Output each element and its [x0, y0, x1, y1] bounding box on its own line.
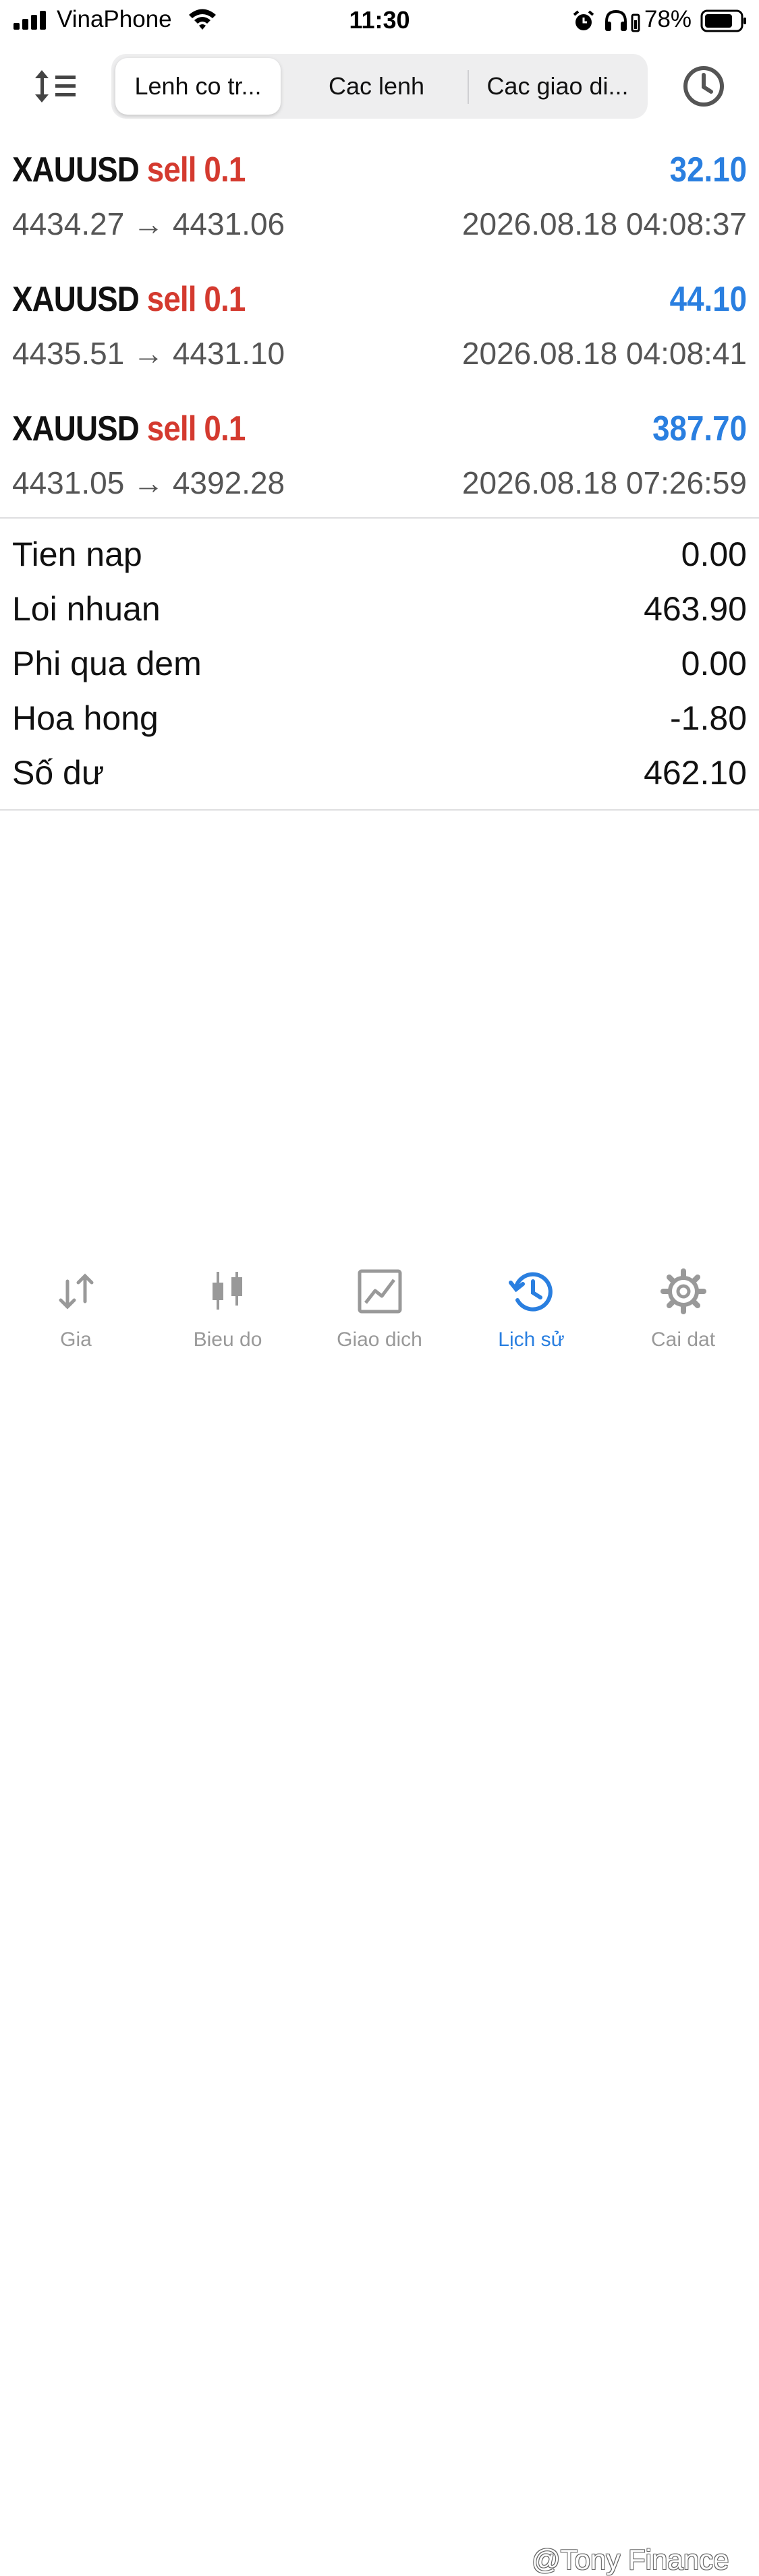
deal-row[interactable]: XAUUSD sell 0.1 387.70 4431.05 → 4392.28… [0, 394, 759, 522]
deal-time: 2026.08.18 07:26:59 [461, 465, 747, 500]
tab-quotes[interactable]: Gia [0, 1268, 152, 1351]
tab-orders[interactable]: Cac lenh [288, 58, 465, 115]
deal-symbol: XAUUSD [12, 280, 140, 319]
battery-icon [700, 9, 746, 32]
deal-symbol-line: XAUUSD sell 0.1 [12, 409, 246, 449]
deal-profit: 387.70 [652, 409, 747, 448]
history-icon [509, 1272, 553, 1312]
deal-prices: 4434.27 → 4431.06 [12, 206, 285, 241]
deal-symbol-line: XAUUSD sell 0.1 [12, 279, 246, 320]
summary-label: Tien nap [12, 535, 142, 573]
watermark: @Tony Finance [532, 2544, 729, 2575]
headphones-icon [605, 9, 640, 32]
tab-chart[interactable]: Bieu do [152, 1268, 304, 1351]
clock-icon[interactable] [681, 64, 726, 109]
battery-percent: 78% [644, 6, 692, 32]
deal-row[interactable]: XAUUSD sell 0.1 32.10 4434.27 → 4431.06 … [0, 135, 759, 263]
tab-positions[interactable]: Lenh co tr... [115, 58, 281, 115]
tab-deals[interactable]: Cac giao di... [472, 58, 644, 115]
tab-history[interactable]: Lịch sử [455, 1268, 607, 1351]
trade-icon [358, 1269, 402, 1314]
summary-label: Phi qua dem [12, 645, 202, 682]
tab-label: Bieu do [193, 1328, 262, 1351]
deal-prices: 4431.05 → 4392.28 [12, 465, 285, 500]
status-bar: VinaPhone 11:30 78% [0, 0, 759, 42]
sort-icon[interactable] [34, 67, 81, 105]
chart-icon [213, 1272, 242, 1310]
alarm-icon [573, 10, 594, 30]
deal-symbol: XAUUSD [12, 150, 140, 189]
toolbar: Lenh co tr... Cac lenh Cac giao di... [0, 54, 759, 121]
quotes-icon [59, 1273, 94, 1310]
tab-label: Lịch sử [498, 1328, 565, 1351]
history-segmented-control: Lenh co tr... Cac lenh Cac giao di... [111, 54, 648, 119]
settings-icon [660, 1268, 706, 1314]
summary-label: Số dư [12, 754, 105, 792]
divider [0, 809, 759, 811]
tab-label: Gia [60, 1328, 92, 1351]
divider [0, 517, 759, 519]
tab-label: Cai dat [650, 1328, 716, 1351]
deal-symbol-line: XAUUSD sell 0.1 [12, 150, 246, 190]
deal-prices: 4435.51 → 4431.10 [12, 336, 285, 371]
tab-label: Giao dich [337, 1328, 422, 1351]
summary-label: Hoa hong [12, 699, 159, 737]
deal-side: sell 0.1 [146, 409, 246, 448]
segment-divider [468, 70, 469, 104]
tab-settings[interactable]: Cai dat [607, 1268, 759, 1351]
deal-profit: 32.10 [669, 150, 747, 189]
summary-row-deposit: Tien nap 0.00 [0, 529, 759, 584]
summary-row-profit: Loi nhuan 463.90 [0, 584, 759, 639]
summary-value: 462.10 [644, 754, 747, 792]
summary-value: 0.00 [681, 535, 747, 573]
deal-time: 2026.08.18 04:08:37 [461, 206, 747, 241]
summary-row-commission: Hoa hong -1.80 [0, 693, 759, 748]
summary-value: 0.00 [681, 645, 747, 682]
deal-row[interactable]: XAUUSD sell 0.1 44.10 4435.51 → 4431.10 … [0, 264, 759, 392]
summary-value: 463.90 [644, 590, 747, 628]
summary-label: Loi nhuan [12, 590, 161, 628]
tab-bar: Gia Bieu do Giao dich Lịch sử Cai dat @T… [0, 1254, 759, 2575]
summary-row-balance: Số dư 462.10 [0, 748, 759, 802]
deal-time: 2026.08.18 04:08:41 [461, 336, 747, 371]
summary-row-swap: Phi qua dem 0.00 [0, 639, 759, 693]
deal-side: sell 0.1 [146, 150, 246, 189]
summary-value: -1.80 [670, 699, 747, 737]
deal-side: sell 0.1 [146, 280, 246, 319]
deal-profit: 44.10 [669, 280, 747, 319]
tab-trade[interactable]: Giao dich [304, 1268, 455, 1351]
deal-symbol: XAUUSD [12, 409, 140, 448]
